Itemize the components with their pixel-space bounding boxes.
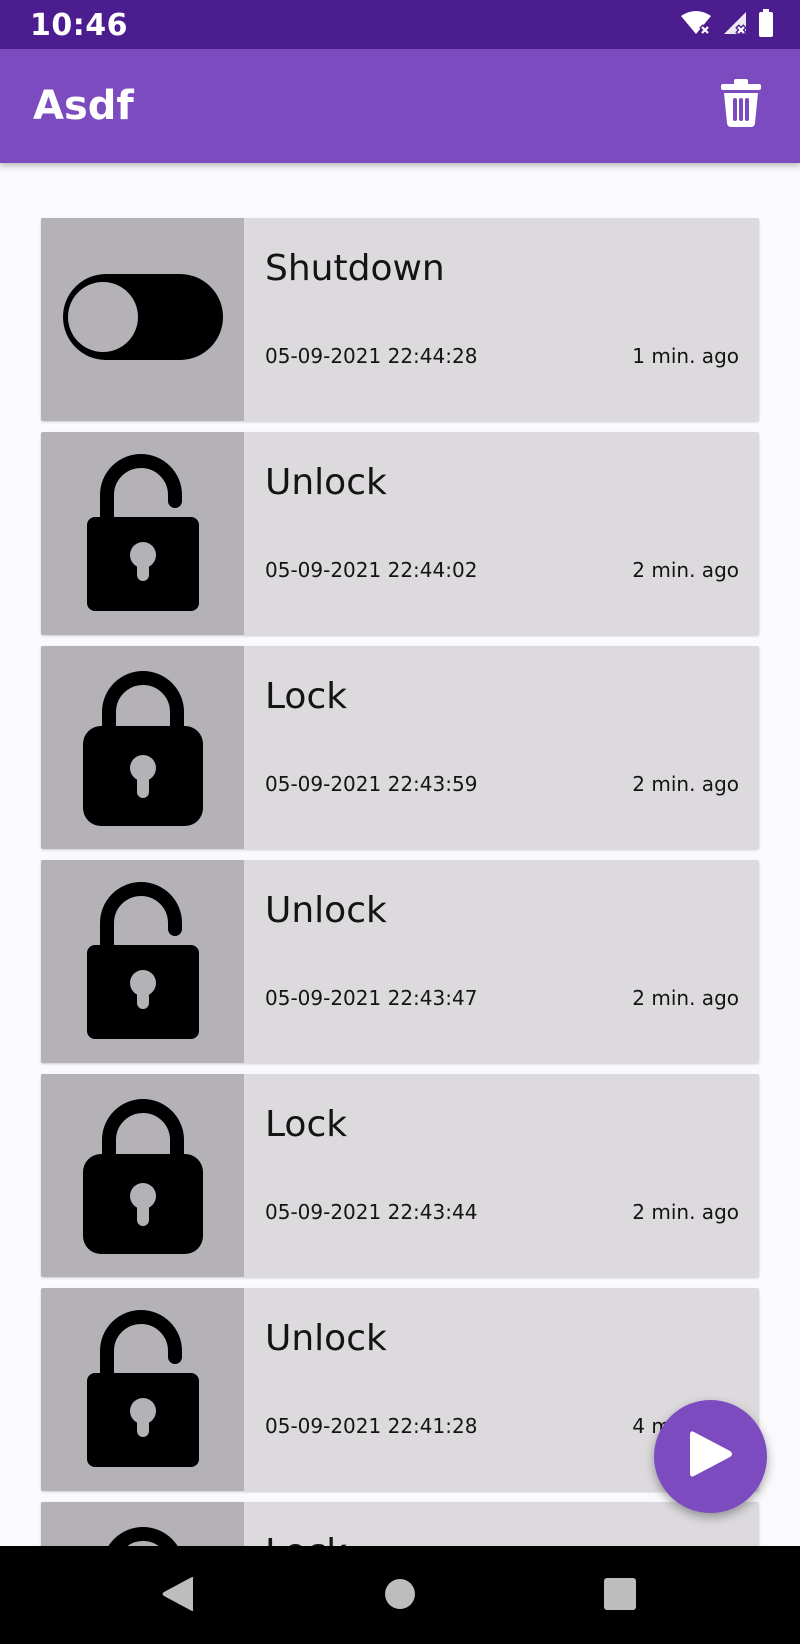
- item-thumbnail: [41, 218, 244, 421]
- navigation-bar: [0, 1546, 800, 1644]
- event-list: Shutdown 05-09-2021 22:44:28 1 min. ago …: [41, 218, 759, 1644]
- list-item[interactable]: Shutdown 05-09-2021 22:44:28 1 min. ago: [41, 218, 759, 421]
- item-time-ago: 1 min. ago: [632, 344, 739, 368]
- home-button[interactable]: [380, 1576, 420, 1616]
- item-date: 05-09-2021 22:43:44: [265, 1200, 478, 1224]
- recents-icon: [604, 1577, 636, 1615]
- item-time-ago: 2 min. ago: [632, 1200, 739, 1224]
- home-icon: [385, 1578, 415, 1614]
- item-title: Lock: [265, 1104, 348, 1145]
- status-bar: 10:46: [0, 0, 800, 49]
- recents-button[interactable]: [600, 1576, 640, 1616]
- item-thumbnail: [41, 1288, 244, 1491]
- status-time: 10:46: [30, 8, 128, 43]
- item-thumbnail: [41, 860, 244, 1063]
- item-time-ago: 2 min. ago: [632, 558, 739, 582]
- item-date: 05-09-2021 22:44:02: [265, 558, 478, 582]
- app-bar: Asdf: [0, 49, 800, 163]
- item-title: Lock: [265, 676, 348, 717]
- battery-icon: [758, 9, 774, 37]
- screen: 10:46 Asdf Shutdown 05-09-2021 22:44:28 …: [0, 0, 800, 1644]
- item-date: 05-09-2021 22:41:28: [265, 1414, 478, 1438]
- lock-icon: [81, 664, 205, 831]
- trash-icon: [721, 78, 761, 132]
- cell-signal-off-icon: [722, 10, 748, 36]
- wifi-off-icon: [680, 10, 712, 36]
- item-content: Lock 05-09-2021 22:43:44 2 min. ago: [244, 1074, 759, 1277]
- item-date: 05-09-2021 22:43:47: [265, 986, 478, 1010]
- item-content: Lock 05-09-2021 22:43:59 2 min. ago: [244, 646, 759, 849]
- item-title: Unlock: [265, 890, 387, 931]
- status-icons: [680, 9, 774, 37]
- unlock-icon: [83, 1307, 203, 1472]
- item-date: 05-09-2021 22:43:59: [265, 772, 478, 796]
- unlock-icon: [83, 879, 203, 1044]
- unlock-icon: [83, 451, 203, 616]
- list-item[interactable]: Lock 05-09-2021 22:43:59 2 min. ago: [41, 646, 759, 849]
- item-date: 05-09-2021 22:44:28: [265, 344, 478, 368]
- item-content: Unlock 05-09-2021 22:43:47 2 min. ago: [244, 860, 759, 1063]
- item-time-ago: 2 min. ago: [632, 772, 739, 796]
- item-title: Shutdown: [265, 248, 445, 289]
- delete-button[interactable]: [718, 77, 764, 133]
- app-title: Asdf: [33, 83, 134, 129]
- item-content: Unlock 05-09-2021 22:44:02 2 min. ago: [244, 432, 759, 635]
- item-title: Unlock: [265, 462, 387, 503]
- list-item[interactable]: Lock 05-09-2021 22:43:44 2 min. ago: [41, 1074, 759, 1277]
- item-content: Shutdown 05-09-2021 22:44:28 1 min. ago: [244, 218, 759, 421]
- item-thumbnail: [41, 432, 244, 635]
- back-button[interactable]: [158, 1576, 198, 1616]
- list-item[interactable]: Unlock 05-09-2021 22:43:47 2 min. ago: [41, 860, 759, 1063]
- play-icon: [688, 1429, 734, 1484]
- list-item[interactable]: Unlock 05-09-2021 22:41:28 4 min. ago: [41, 1288, 759, 1491]
- lock-icon: [81, 1092, 205, 1259]
- item-time-ago: 2 min. ago: [632, 986, 739, 1010]
- toggle-icon: [62, 274, 223, 365]
- back-icon: [161, 1576, 195, 1617]
- item-title: Unlock: [265, 1318, 387, 1359]
- list-item[interactable]: Unlock 05-09-2021 22:44:02 2 min. ago: [41, 432, 759, 635]
- item-thumbnail: [41, 1074, 244, 1277]
- play-button[interactable]: [654, 1400, 767, 1513]
- item-thumbnail: [41, 646, 244, 849]
